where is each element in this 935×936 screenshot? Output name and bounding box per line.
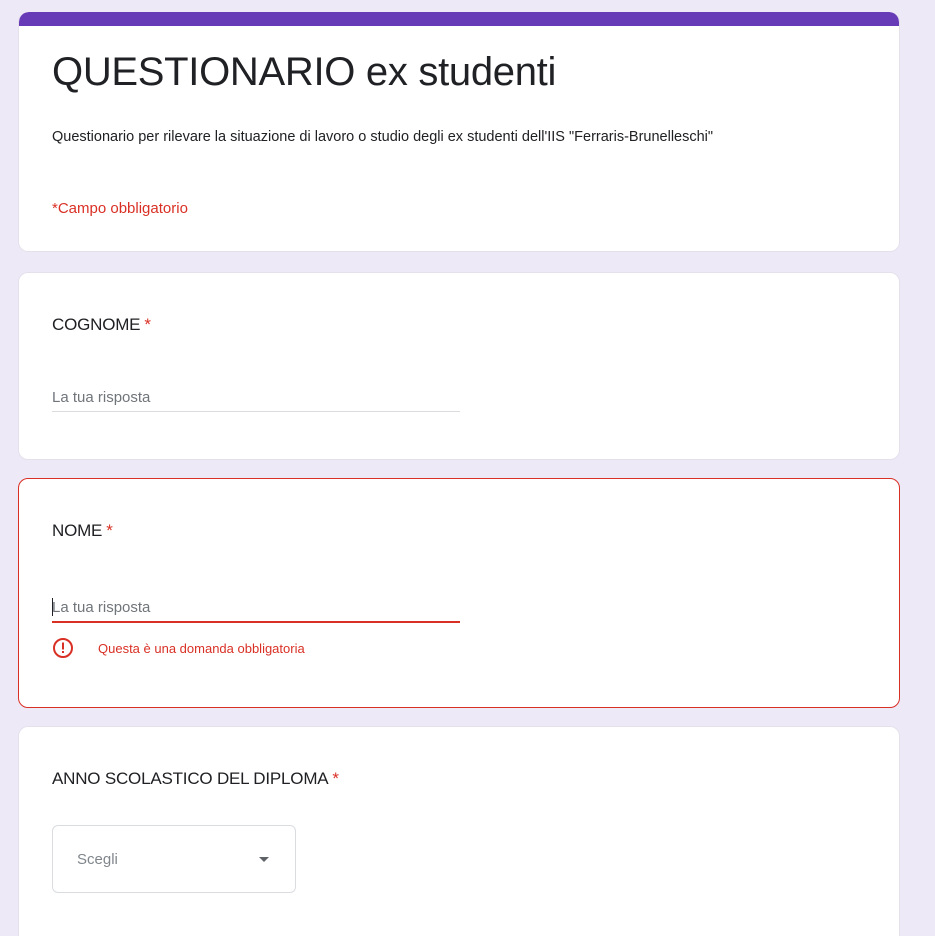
header-accent-bar [19,12,899,26]
question-label: COGNOME [52,315,141,334]
required-asterisk: * [144,315,151,334]
error-message-row: Questa è una domanda obbligatoria [52,637,305,659]
question-card-cognome: COGNOME * [18,272,900,460]
dropdown-arrow-icon [259,856,269,862]
question-card-nome: NOME* Questa è una domanda obbligatoria [18,478,900,708]
form-description: Questionario per rilevare la situazione … [52,129,714,145]
anno-scolastico-dropdown[interactable]: Scegli [52,825,296,893]
error-message: Questa è una domanda obbligatoria [98,640,305,656]
required-field-note: *Campo obbligatorio [52,200,188,217]
question-title: ANNO SCOLASTICO DEL DIPLOMA * [52,769,339,789]
dropdown-selected-value: Scegli [77,850,118,868]
question-title: COGNOME * [52,315,151,335]
form-title: QUESTIONARIO ex studenti [52,50,557,94]
cognome-input[interactable] [52,383,460,412]
form-header-card: QUESTIONARIO ex studenti Questionario pe… [18,12,900,252]
required-asterisk: * [332,769,339,788]
nome-input[interactable] [52,593,460,623]
question-title: NOME * [52,521,113,541]
error-circle-icon [52,637,74,659]
question-label: ANNO SCOLASTICO DEL DIPLOMA [52,769,329,788]
text-cursor [52,598,53,616]
question-card-anno-scolastico: ANNO SCOLASTICO DEL DIPLOMA * Scegli [18,726,900,936]
required-asterisk: * [106,521,113,540]
question-label: NOME [52,521,103,540]
